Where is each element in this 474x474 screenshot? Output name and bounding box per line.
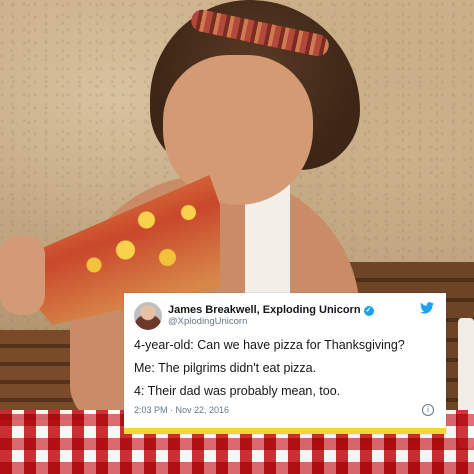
- display-name[interactable]: James Breakwell, Exploding Unicorn: [168, 304, 361, 317]
- hand: [0, 235, 45, 315]
- handle[interactable]: @XplodingUnicorn: [168, 316, 374, 328]
- avatar[interactable]: [134, 302, 162, 330]
- timestamp[interactable]: 2:03 PM · Nov 22, 2016: [134, 405, 229, 415]
- verified-badge-icon: ✓: [363, 305, 374, 316]
- person-face: [163, 55, 313, 205]
- info-icon[interactable]: i: [422, 404, 434, 416]
- author-block: James Breakwell, Exploding Unicorn ✓ @Xp…: [168, 304, 374, 328]
- display-name-row: James Breakwell, Exploding Unicorn ✓: [168, 304, 374, 317]
- tweet-body: 4-year-old: Can we have pizza for Thanks…: [134, 338, 436, 398]
- tweet-card[interactable]: James Breakwell, Exploding Unicorn ✓ @Xp…: [124, 293, 446, 434]
- tweet-line: 4-year-old: Can we have pizza for Thanks…: [134, 338, 405, 352]
- tweet-line: 4: Their dad was probably mean, too.: [134, 384, 341, 398]
- tweet-header: James Breakwell, Exploding Unicorn ✓ @Xp…: [134, 300, 436, 332]
- tweet-footer: 2:03 PM · Nov 22, 2016 i: [134, 404, 436, 416]
- twitter-bird-icon: [420, 302, 434, 314]
- tweet-line: Me: The pilgrims didn't eat pizza.: [134, 361, 317, 375]
